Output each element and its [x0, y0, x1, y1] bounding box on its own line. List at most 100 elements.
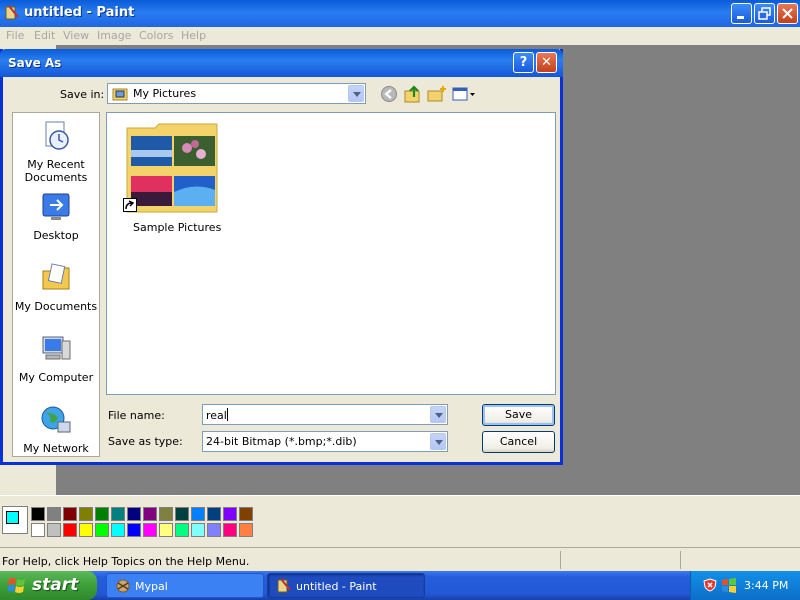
sample-pictures-folder-icon [126, 123, 218, 213]
my-pictures-folder-icon [112, 88, 128, 101]
taskbar-item-paint[interactable]: untitled - Paint [267, 573, 425, 598]
shortcut-arrow-icon [123, 198, 137, 212]
save-as-type-value: 24-bit Bitmap (*.bmp;*.dib) [206, 435, 357, 448]
close-button[interactable] [777, 3, 798, 24]
paint-app-icon [5, 5, 19, 20]
place-label: My Recent Documents [24, 158, 88, 184]
color-swatch[interactable] [143, 523, 157, 537]
status-cell-size [680, 551, 800, 569]
close-icon [782, 8, 793, 19]
my-documents-icon [42, 263, 70, 290]
color-swatch[interactable] [191, 523, 205, 537]
minimize-button[interactable] [731, 3, 752, 24]
places-bar: My Recent Documents Desktop My Documents [12, 112, 100, 457]
file-name-label: File name: [108, 409, 165, 422]
color-swatch[interactable] [191, 507, 205, 521]
view-menu-icon[interactable] [452, 85, 476, 103]
color-swatch[interactable] [95, 523, 109, 537]
place-my-recent-documents[interactable]: My Recent Documents [13, 120, 99, 190]
file-name-input[interactable]: real [202, 404, 448, 425]
my-computer-icon [42, 336, 71, 360]
color-swatch[interactable] [159, 523, 173, 537]
start-button[interactable]: start [0, 571, 97, 600]
cancel-button[interactable]: Cancel [482, 431, 555, 453]
place-label: My Network [23, 442, 89, 455]
file-list-view[interactable]: Sample Pictures [106, 112, 556, 395]
place-my-computer[interactable]: My Computer [13, 333, 99, 403]
place-label: My Documents [14, 300, 98, 313]
color-swatch[interactable] [175, 523, 189, 537]
folder-item-sample-pictures[interactable]: Sample Pictures [123, 122, 221, 242]
window-title: untitled - Paint [24, 5, 135, 20]
menu-view[interactable]: View [63, 29, 89, 42]
place-my-documents[interactable]: My Documents [13, 262, 99, 332]
color-swatch[interactable] [239, 507, 253, 521]
color-swatch[interactable] [223, 507, 237, 521]
file-name: Sample Pictures [133, 221, 222, 234]
menu-colors[interactable]: Colors [139, 29, 173, 42]
color-swatch[interactable] [63, 507, 77, 521]
chevron-down-icon[interactable] [348, 85, 364, 102]
close-icon: ✕ [541, 55, 552, 70]
file-name-value: real [206, 408, 228, 422]
taskbar-item-label: Mypal [135, 580, 168, 593]
paint-title-bar[interactable]: untitled - Paint [0, 0, 800, 27]
status-text: For Help, click Help Topics on the Help … [2, 555, 250, 568]
menu-file[interactable]: File [6, 29, 24, 42]
my-network-icon [41, 406, 71, 433]
color-swatch[interactable] [31, 507, 45, 521]
recent-documents-icon [45, 121, 69, 150]
color-swatch[interactable] [175, 507, 189, 521]
new-folder-icon[interactable] [427, 85, 447, 103]
color-swatch[interactable] [111, 523, 125, 537]
taskbar-item-mypal[interactable]: Mypal [106, 573, 264, 598]
taskbar: start Mypal untitled - Paint 3:44 PM [0, 571, 800, 600]
restore-button[interactable] [754, 3, 775, 24]
foreground-color-swatch [6, 511, 19, 524]
back-icon[interactable] [379, 85, 399, 103]
place-label: My Computer [18, 371, 94, 384]
current-colors-indicator [2, 506, 28, 534]
color-swatch[interactable] [207, 507, 221, 521]
color-swatch[interactable] [111, 507, 125, 521]
chevron-down-icon[interactable] [430, 433, 446, 450]
desktop-icon [42, 193, 70, 220]
chevron-down-icon[interactable] [430, 406, 446, 423]
color-swatch[interactable] [127, 507, 141, 521]
color-swatch[interactable] [47, 523, 61, 537]
security-alert-icon[interactable] [703, 578, 717, 592]
color-swatch[interactable] [79, 523, 93, 537]
color-swatch[interactable] [95, 507, 109, 521]
save-button[interactable]: Save [482, 404, 555, 426]
help-button[interactable]: ? [513, 52, 534, 73]
windows-logo-icon [8, 578, 25, 593]
place-my-network[interactable]: My Network [13, 404, 99, 474]
color-swatch[interactable] [159, 507, 173, 521]
color-swatch[interactable] [207, 523, 221, 537]
menu-bar: File Edit View Image Colors Help [0, 27, 800, 45]
save-in-label: Save in: [60, 88, 105, 101]
dialog-close-button[interactable]: ✕ [536, 52, 557, 73]
color-swatch[interactable] [31, 523, 45, 537]
color-swatch[interactable] [239, 523, 253, 537]
save-in-dropdown[interactable]: My Pictures [107, 83, 366, 104]
color-swatch[interactable] [143, 507, 157, 521]
place-desktop[interactable]: Desktop [13, 191, 99, 261]
menu-help[interactable]: Help [181, 29, 206, 42]
restore-icon [758, 7, 771, 20]
start-label: start [32, 575, 79, 595]
clock: 3:44 PM [744, 579, 789, 592]
color-swatch[interactable] [47, 507, 61, 521]
up-folder-icon[interactable] [403, 85, 423, 103]
dialog-title-bar[interactable]: Save As ? ✕ [0, 49, 563, 77]
color-swatch[interactable] [79, 507, 93, 521]
paint-app-icon [277, 578, 291, 593]
color-swatch[interactable] [127, 523, 141, 537]
save-as-type-dropdown[interactable]: 24-bit Bitmap (*.bmp;*.dib) [202, 431, 448, 452]
color-swatch[interactable] [223, 523, 237, 537]
windows-update-icon[interactable] [721, 578, 737, 593]
system-tray: 3:44 PM [690, 571, 800, 600]
color-swatch[interactable] [63, 523, 77, 537]
menu-image[interactable]: Image [97, 29, 131, 42]
menu-edit[interactable]: Edit [34, 29, 55, 42]
